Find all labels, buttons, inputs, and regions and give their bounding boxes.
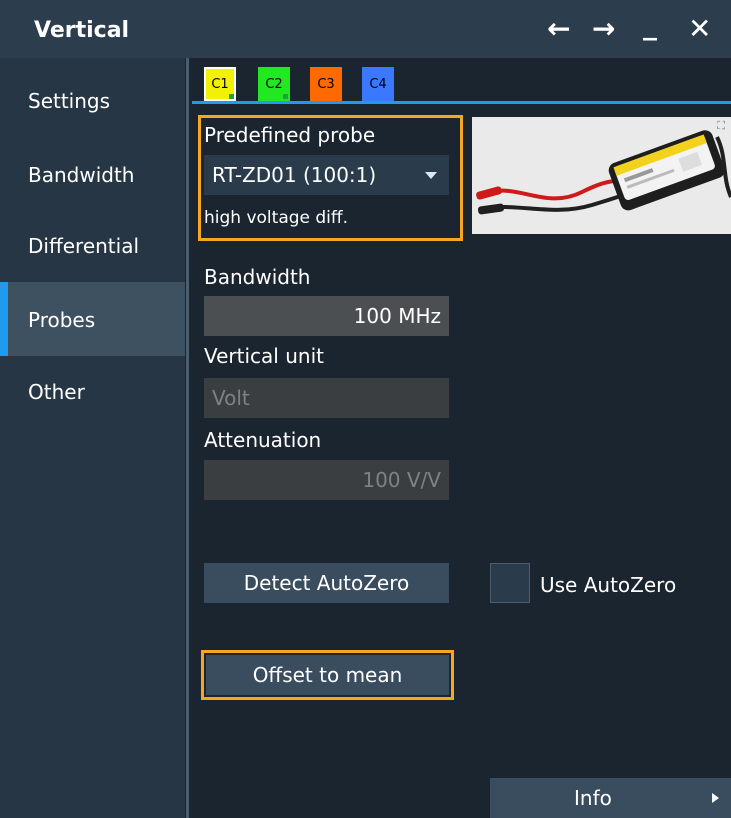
- back-arrow-icon[interactable]: ←: [547, 14, 570, 44]
- attenuation-field: 100 V/V: [204, 460, 449, 500]
- use-autozero-checkbox[interactable]: [490, 563, 530, 603]
- expand-icon[interactable]: ⛶: [717, 119, 725, 133]
- vertical-unit-field: Volt: [204, 378, 449, 418]
- chevron-right-icon: [712, 793, 719, 803]
- detect-autozero-button[interactable]: Detect AutoZero: [204, 563, 449, 603]
- vertical-unit-label: Vertical unit: [204, 344, 324, 368]
- info-label: Info: [574, 786, 612, 810]
- window-title: Vertical: [34, 18, 130, 43]
- forward-arrow-icon[interactable]: →: [592, 14, 615, 44]
- tab-label: C4: [369, 77, 387, 92]
- sidebar-item-probes[interactable]: Probes: [0, 282, 185, 356]
- panel-divider: [186, 58, 189, 818]
- chevron-down-icon: [425, 172, 437, 179]
- probe-image: ⛶: [472, 117, 731, 234]
- active-dot-icon: [283, 94, 288, 99]
- sidebar-item-label: Other: [28, 380, 85, 404]
- tab-underline: [192, 101, 731, 104]
- tab-label: C3: [317, 77, 335, 92]
- info-button[interactable]: Info: [490, 778, 731, 818]
- attenuation-label: Attenuation: [204, 428, 322, 452]
- dropdown-value: RT-ZD01 (100:1): [212, 163, 377, 187]
- offset-to-mean-button[interactable]: Offset to mean: [206, 655, 449, 695]
- minimize-icon[interactable]: _: [643, 10, 657, 40]
- predefined-probe-label: Predefined probe: [204, 123, 376, 147]
- tab-label: C2: [265, 77, 283, 92]
- sidebar-item-differential[interactable]: Differential: [0, 208, 185, 282]
- attenuation-value: 100 V/V: [362, 468, 441, 492]
- bandwidth-field[interactable]: 100 MHz: [204, 296, 449, 336]
- tab-label: C1: [211, 77, 229, 92]
- sidebar-item-bandwidth[interactable]: Bandwidth: [0, 137, 185, 211]
- title-bar: Vertical ← → _ ✕: [0, 0, 731, 58]
- sidebar: Settings Bandwidth Differential Probes O…: [0, 58, 185, 818]
- sidebar-item-label: Settings: [28, 89, 111, 113]
- tab-c4[interactable]: C4: [362, 67, 394, 101]
- active-indicator: [0, 282, 8, 356]
- probe-photo-icon: [472, 117, 731, 234]
- sidebar-item-label: Bandwidth: [28, 163, 135, 187]
- sidebar-item-label: Probes: [28, 308, 96, 332]
- predefined-probe-dropdown[interactable]: RT-ZD01 (100:1): [204, 155, 449, 195]
- close-icon[interactable]: ✕: [688, 14, 711, 44]
- active-dot-icon: [229, 94, 234, 99]
- tab-c1[interactable]: C1: [204, 67, 236, 101]
- sidebar-item-label: Differential: [28, 234, 140, 258]
- vertical-unit-value: Volt: [212, 386, 250, 410]
- tab-c2[interactable]: C2: [258, 67, 290, 101]
- use-autozero-label: Use AutoZero: [540, 573, 677, 597]
- bandwidth-value: 100 MHz: [353, 304, 441, 328]
- sidebar-item-settings[interactable]: Settings: [0, 63, 185, 137]
- bandwidth-label: Bandwidth: [204, 265, 311, 289]
- probe-description: high voltage diff.: [204, 208, 349, 228]
- sidebar-item-other[interactable]: Other: [0, 354, 185, 428]
- tab-c3[interactable]: C3: [310, 67, 342, 101]
